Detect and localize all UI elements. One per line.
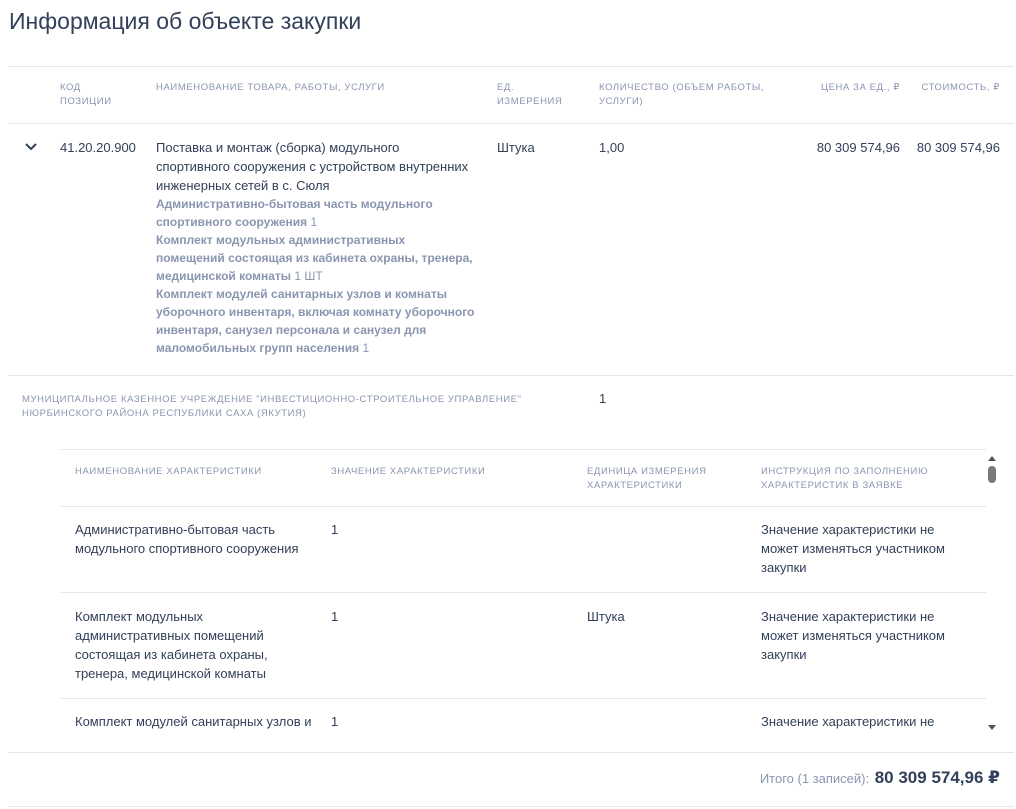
char-row-name: Административно-бытовая часть модульного…: [75, 522, 299, 556]
subitem: Комплект модульных административных поме…: [156, 233, 473, 283]
scroll-thumb[interactable]: [988, 466, 996, 483]
char-row-value: 1: [331, 609, 339, 624]
header-quantity: КОЛИЧЕСТВО (ОБЪЕМ РАБОТЫ, УСЛУГИ): [599, 82, 765, 107]
footer-divider: [8, 752, 1014, 753]
char-header-value: ЗНАЧЕНИЕ ХАРАКТЕРИСТИКИ: [331, 466, 486, 477]
characteristics-scrollbar[interactable]: [986, 449, 999, 735]
subitem: Административно-бытовая часть модульного…: [156, 197, 433, 229]
char-header-unit: ЕДИНИЦА ИЗМЕРЕНИЯ ХАРАКТЕРИСТИКИ: [587, 466, 707, 491]
characteristics-table[interactable]: НАИМЕНОВАНИЕ ХАРАКТЕРИСТИКИ ЗНАЧЕНИЕ ХАР…: [60, 449, 986, 735]
header-code: КОД ПОЗИЦИИ: [60, 82, 112, 107]
char-header-name: НАИМЕНОВАНИЕ ХАРАКТЕРИСТИКИ: [75, 466, 262, 477]
total-summary: Итого (1 записей): 80 309 574,96 ₽: [760, 768, 1000, 788]
char-row-instruction: Значение характеристики не может изменят…: [761, 714, 945, 735]
header-cost: СТОИМОСТЬ, ₽: [921, 82, 1000, 93]
arrow-down-icon[interactable]: [988, 725, 996, 730]
subitem: Комплект модулей санитарных узлов и комн…: [156, 287, 475, 355]
chevron-down-icon[interactable]: [24, 140, 38, 154]
position-code: 41.20.20.900: [60, 140, 136, 155]
header-price: ЦЕНА ЗА ЕД., ₽: [820, 82, 900, 93]
arrow-up-icon[interactable]: [988, 456, 996, 461]
position-name-block: Поставка и монтаж (сборка) модульного сп…: [156, 138, 476, 357]
position-quantity: 1,00: [599, 140, 625, 155]
header-name: НАИМЕНОВАНИЕ ТОВАРА, РАБОТЫ, УСЛУГИ: [156, 82, 385, 93]
char-row-unit: Штука: [587, 609, 625, 624]
char-header-divider: [60, 506, 986, 507]
char-row-value: 1: [331, 522, 339, 537]
total-amount: 80 309 574,96 ₽: [874, 768, 1000, 787]
char-row-divider: [60, 698, 986, 699]
customer-quantity: 1: [599, 391, 607, 406]
total-label: Итого (1 записей):: [759, 771, 870, 786]
header-divider: [8, 123, 1014, 124]
customer-name: МУНИЦИПАЛЬНОЕ КАЗЕННОЕ УЧРЕЖДЕНИЕ "ИНВЕС…: [22, 394, 522, 419]
char-row-name: Комплект модулей санитарных узлов и комн…: [75, 714, 312, 735]
char-row-instruction: Значение характеристики не может изменят…: [761, 522, 945, 575]
char-header-instruction: ИНСТРУКЦИЯ ПО ЗАПОЛНЕНИЮ ХАРАКТЕРИСТИК В…: [761, 466, 929, 491]
position-price: 80 309 574,96: [816, 140, 900, 155]
bottom-divider: [8, 806, 1014, 807]
position-name: Поставка и монтаж (сборка) модульного сп…: [156, 140, 469, 193]
char-top-divider: [60, 449, 986, 450]
char-row-value: 1: [331, 714, 339, 729]
header-unit: ЕД. ИЗМЕРЕНИЯ: [497, 82, 563, 107]
char-row-instruction: Значение характеристики не может изменят…: [761, 609, 945, 662]
table-top-divider: [8, 66, 1014, 67]
page-title: Информация об объекте закупки: [9, 8, 362, 34]
char-row-name: Комплект модульных административных поме…: [75, 609, 268, 681]
row-divider: [8, 375, 1014, 376]
position-unit: Штука: [497, 140, 535, 155]
char-row-divider: [60, 592, 986, 593]
position-cost: 80 309 574,96: [916, 140, 1000, 155]
